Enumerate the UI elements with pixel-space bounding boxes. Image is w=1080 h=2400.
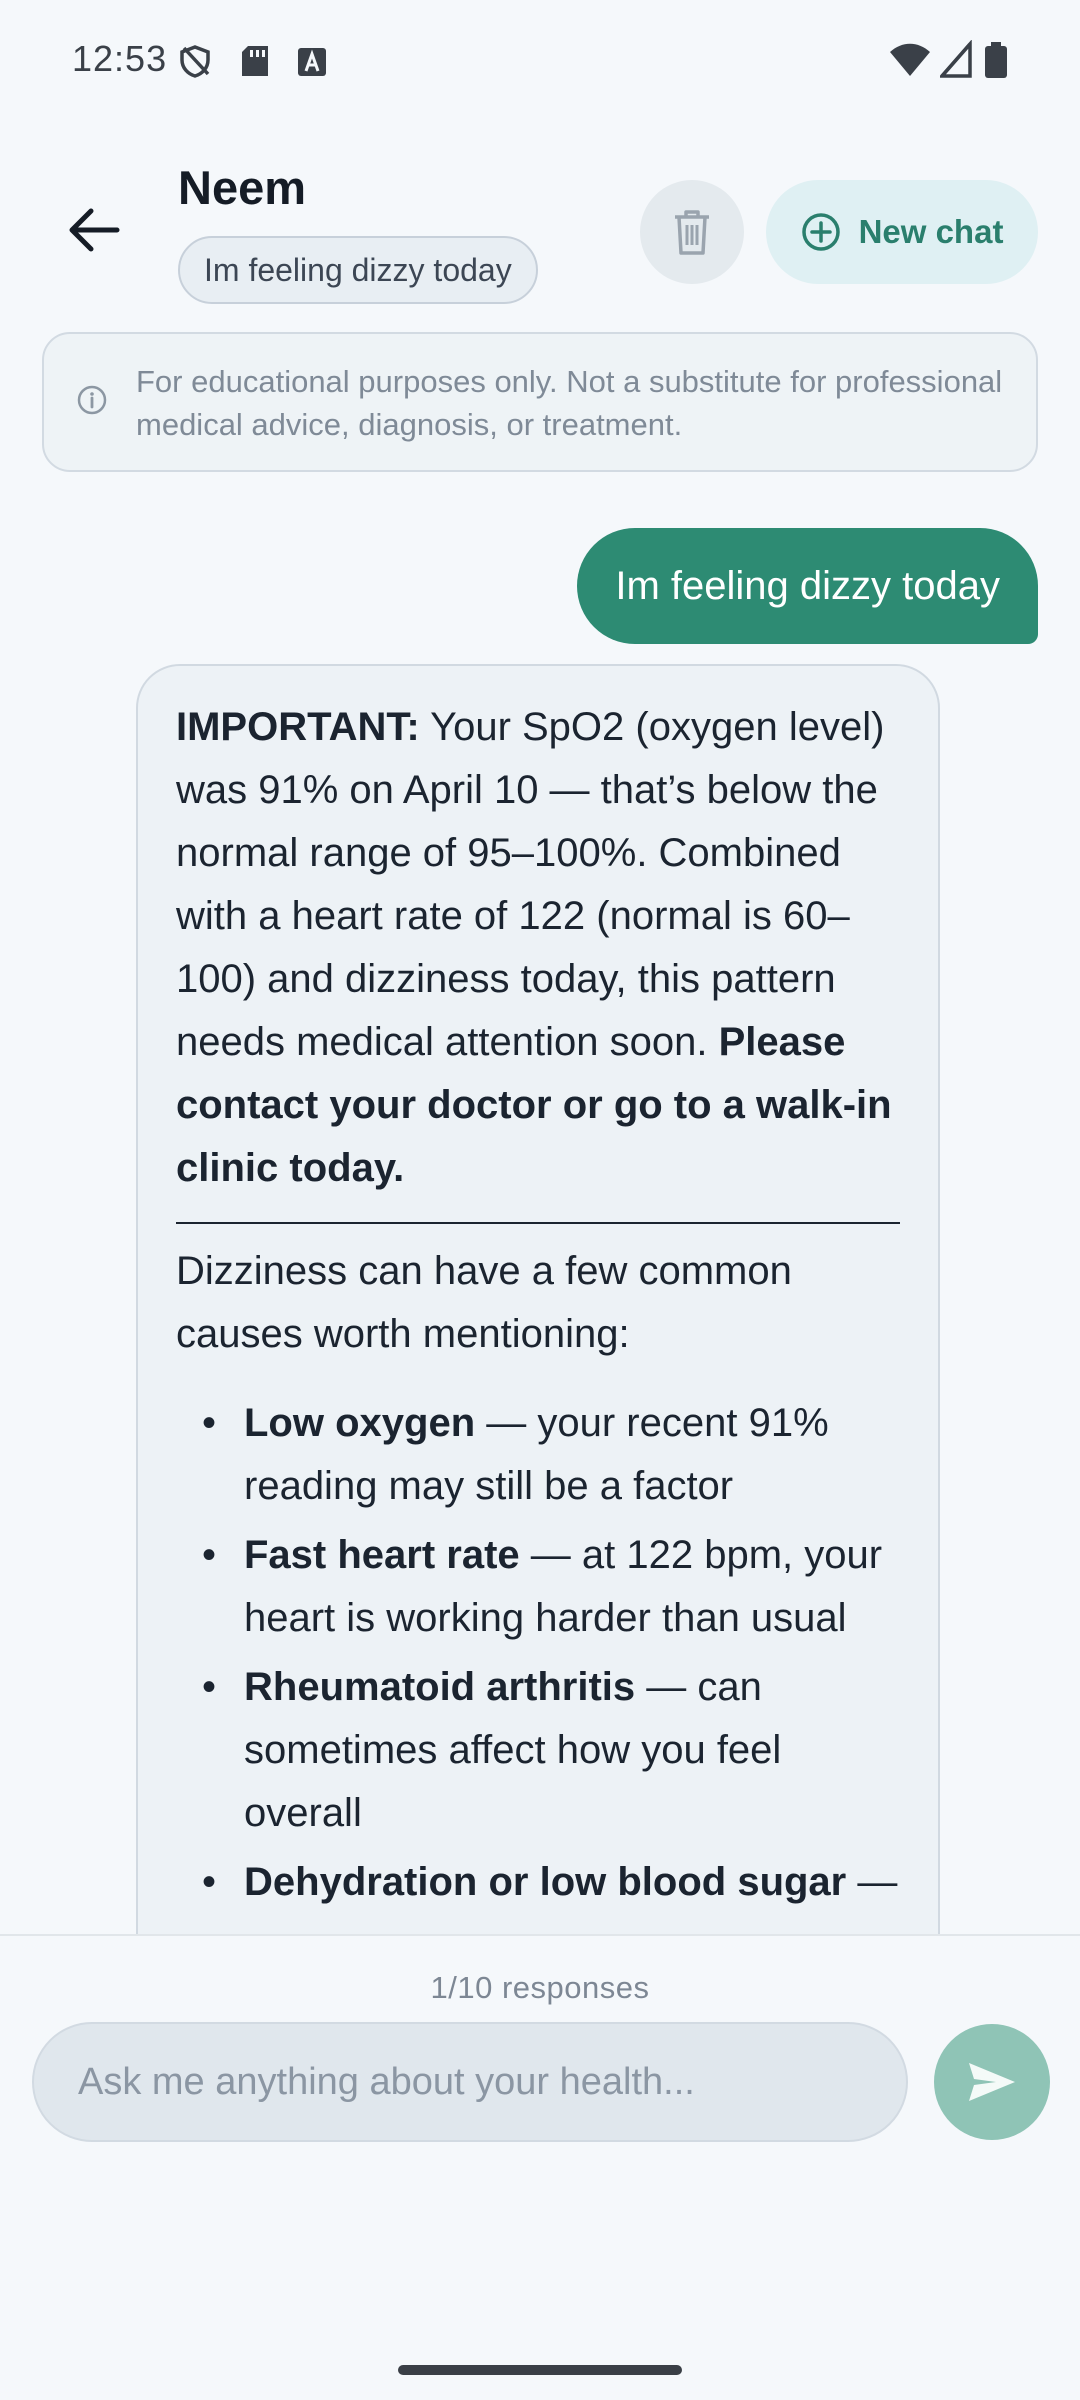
disclaimer-text: For educational purposes only. Not a sub… xyxy=(136,364,1003,442)
list-item: • Low oxygen — your recent 91% reading ma… xyxy=(176,1392,900,1518)
wifi-icon xyxy=(890,43,930,76)
chat-screen: 12:53 Neem Im feeling dizzy today New ch… xyxy=(0,0,1080,2400)
info-icon xyxy=(77,385,107,415)
new-chat-button[interactable]: New chat xyxy=(766,180,1038,284)
battery-icon xyxy=(985,42,1007,78)
causes-list: • Low oxygen — your recent 91% reading ma… xyxy=(176,1392,900,1914)
status-time: 12:53 xyxy=(72,38,168,79)
send-button[interactable] xyxy=(934,2024,1050,2140)
chat-messages[interactable]: Im feeling dizzy today IMPORTANT: Your S… xyxy=(0,500,1080,1934)
back-button[interactable] xyxy=(56,192,132,268)
bullet: • xyxy=(202,1401,217,1445)
shield-icon xyxy=(180,45,210,78)
bullet: • xyxy=(202,1665,217,1709)
trash-icon xyxy=(675,210,709,255)
causes-intro: Dizziness can have a few common causes w… xyxy=(176,1249,792,1356)
important-notice: IMPORTANT: Your SpO2 (oxygen level) was … xyxy=(176,696,900,1200)
cause-title: Fast heart rate xyxy=(244,1533,520,1577)
list-item: • Dehydration or low blood sugar — xyxy=(176,1851,900,1914)
message-input[interactable]: Ask me anything about your health... xyxy=(32,2022,908,2142)
delete-chat-button[interactable] xyxy=(640,180,744,284)
important-label: IMPORTANT: xyxy=(176,705,420,749)
plus-circle-icon xyxy=(801,213,840,251)
list-item: • Fast heart rate — at 122 bpm, your hear… xyxy=(176,1524,900,1650)
bullet: • xyxy=(202,1533,217,1577)
bullet: • xyxy=(202,1860,217,1904)
user-message-bubble: Im feeling dizzy today xyxy=(577,528,1038,644)
topic-chip[interactable]: Im feeling dizzy today xyxy=(178,236,538,304)
status-bar: 12:53 xyxy=(0,0,1080,80)
signal-icon xyxy=(940,40,972,78)
cause-title: Rheumatoid arthritis xyxy=(244,1665,636,1709)
cause-title: Dehydration or low blood sugar xyxy=(244,1860,847,1904)
sd-card-icon xyxy=(242,46,268,76)
cause-title: Low oxygen xyxy=(244,1401,476,1445)
home-indicator[interactable] xyxy=(398,2365,682,2375)
keyboard-a-icon xyxy=(298,48,326,76)
disclaimer-banner: For educational purposes only. Not a sub… xyxy=(42,332,1038,472)
assistant-message-bubble: IMPORTANT: Your SpO2 (oxygen level) was … xyxy=(136,664,940,1934)
important-text: Your SpO2 (oxygen level) was 91% on Apri… xyxy=(176,705,885,1064)
arrow-left-icon xyxy=(69,208,120,252)
list-item: • Rheumatoid arthritis — can sometimes af… xyxy=(176,1656,900,1845)
page-title: Neem xyxy=(178,161,307,214)
cause-detail: — xyxy=(846,1860,898,1904)
response-counter: 1/10 responses xyxy=(430,1970,650,2005)
divider xyxy=(176,1222,900,1224)
send-icon xyxy=(969,2063,1015,2101)
new-chat-label: New chat xyxy=(858,213,1004,250)
composer-bar: 1/10 responses Ask me anything about you… xyxy=(0,1934,1080,2400)
